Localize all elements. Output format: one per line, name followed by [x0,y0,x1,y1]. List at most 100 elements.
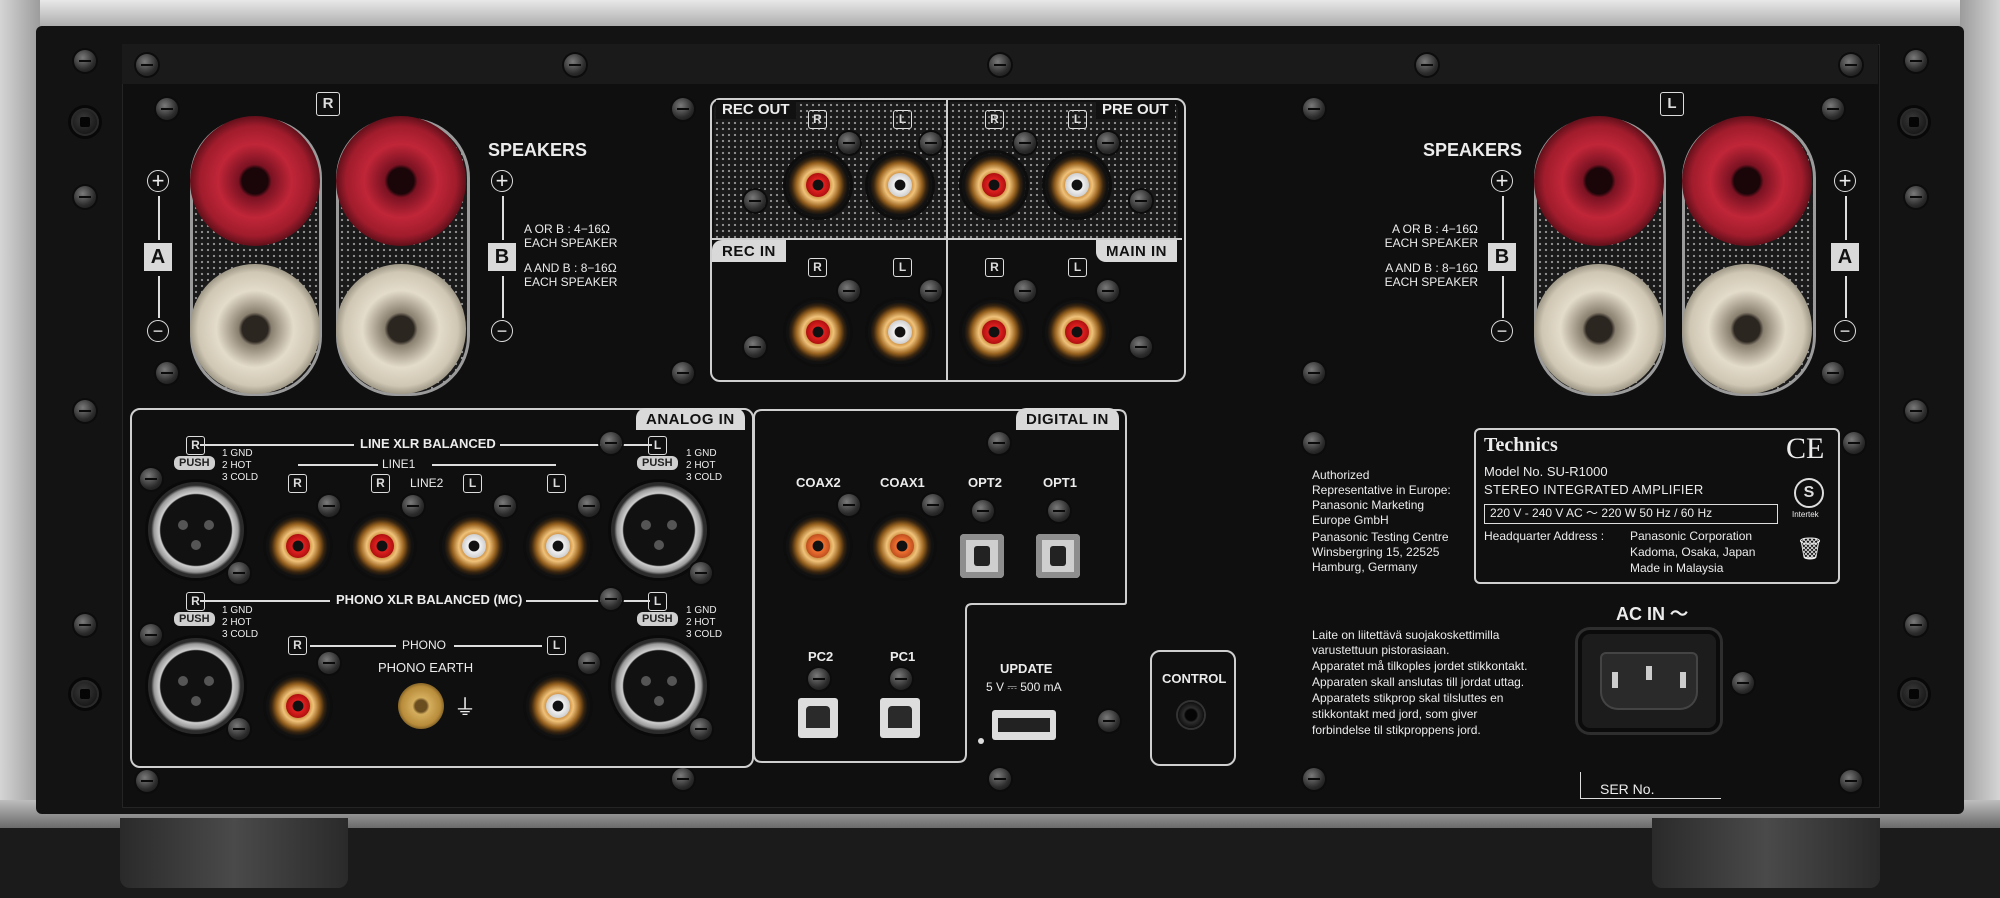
line2-l-jack[interactable] [442,514,506,578]
intertek-mark-icon: S [1794,478,1824,508]
control-label: CONTROL [1162,671,1227,686]
screw-icon [228,718,250,740]
bracket-line [158,196,160,240]
rec-in-r-jack[interactable] [786,300,850,364]
coax2-jack[interactable] [786,514,850,578]
screw-icon [1097,132,1119,154]
phono-l-jack[interactable] [526,674,590,738]
screw-icon [1303,362,1325,384]
bracket-line [502,276,504,318]
screw-icon [1840,770,1862,792]
ac-inlet-socket[interactable] [1578,630,1720,732]
control-jack[interactable] [1178,702,1204,728]
speaker-spec-line: A OR B : 4−16Ω [1391,222,1478,236]
r-channel-icon: R [808,110,827,129]
speaker-b-plus-terminal[interactable] [336,116,466,246]
speaker-a-plus-terminal[interactable] [1682,116,1812,246]
l-channel-icon: L [893,258,912,277]
line2-r-jack[interactable] [350,514,414,578]
authorized-rep-line: Panasonic Testing Centre [1312,530,1449,544]
chassis-right-side [1960,0,2000,825]
speaker-group-b-label: B [488,243,516,271]
safety-notice-line: Apparatets stikprop skal tilsluttes en [1312,691,1504,705]
authorized-rep-line: Europe GmbH [1312,513,1389,527]
screw-icon [1822,98,1844,120]
speaker-a-plus-terminal[interactable] [190,116,320,246]
l-channel-icon: L [547,474,566,493]
screw-icon [989,768,1011,790]
screw-icon [600,432,622,454]
minus-icon: − [491,320,513,342]
speaker-b-minus-terminal[interactable] [1534,264,1664,394]
push-release-button[interactable]: PUSH [174,612,215,626]
phono-earth-terminal[interactable] [398,683,444,729]
ce-mark-icon: CE [1786,432,1825,465]
speaker-b-minus-terminal[interactable] [336,264,466,394]
speaker-a-minus-terminal[interactable] [1682,264,1812,394]
main-in-l-jack[interactable] [1045,300,1109,364]
screw-icon [1732,672,1754,694]
frame-screw-icon [71,680,99,708]
pin-legend: 1 GND [222,448,253,459]
line-xlr-r-jack[interactable] [148,482,244,578]
update-usb-port[interactable] [992,710,1056,740]
ac-in-label: AC IN 〜 [1616,604,1688,624]
r-channel-icon: R [186,592,205,611]
digital-in-tab: DIGITAL IN [1016,408,1119,430]
screw-icon [1905,400,1927,422]
pre-out-label: PRE OUT [1096,100,1175,119]
screw-icon [1303,768,1325,790]
line1-l-jack[interactable] [526,514,590,578]
pc2-usb-port[interactable] [798,698,838,738]
line1-label: LINE1 [382,457,416,471]
rec-out-l-jack[interactable] [868,153,932,217]
minus-icon: − [147,320,169,342]
speaker-b-plus-terminal[interactable] [1534,116,1664,246]
line1-r-jack[interactable] [266,514,330,578]
pre-out-l-jack[interactable] [1045,153,1109,217]
screw-icon [1014,280,1036,302]
rec-out-r-jack[interactable] [786,153,850,217]
push-release-button[interactable]: PUSH [174,456,215,470]
opt1-optical-jack[interactable] [1036,534,1080,578]
line-xlr-l-jack[interactable] [611,482,707,578]
coax1-jack[interactable] [870,514,934,578]
opt2-optical-jack[interactable] [960,534,1004,578]
phono-xlr-r-jack[interactable] [148,638,244,734]
pc1-usb-port[interactable] [880,698,920,738]
bracket-line [158,276,160,318]
phono-r-jack[interactable] [266,674,330,738]
pin-legend: 3 COLD [686,629,723,640]
pin-legend: 1 GND [686,605,717,616]
l-channel-icon: L [1068,110,1087,129]
pin-legend: 3 COLD [222,629,259,640]
l-channel-icon: L [1068,258,1087,277]
phono-rule [310,645,396,647]
rec-in-l-jack[interactable] [868,300,932,364]
l-channel-icon: L [893,110,912,129]
pin-legend: 2 HOT [222,460,252,471]
push-release-button[interactable]: PUSH [637,612,678,626]
speaker-a-minus-terminal[interactable] [190,264,320,394]
chassis-left-side [0,0,40,825]
pin-legend: 2 HOT [686,617,716,628]
line-xlr-rule [500,444,652,446]
main-in-r-jack[interactable] [962,300,1026,364]
r-channel-icon: R [985,258,1004,277]
push-release-button[interactable]: PUSH [637,456,678,470]
screw-icon [1048,500,1070,522]
screw-icon [1130,336,1152,358]
pin-legend: 2 HOT [222,617,252,628]
screw-icon [744,190,766,212]
screw-icon [672,362,694,384]
screw-icon [1905,50,1927,72]
pre-out-r-jack[interactable] [962,153,1026,217]
update-spec: 5 V ⎓ 500 mA [986,680,1062,694]
screw-icon [972,500,994,522]
speaker-channel-r-label: R [316,92,340,116]
phono-xlr-l-jack[interactable] [611,638,707,734]
bracket-line [1845,196,1847,240]
screw-icon [136,54,158,76]
screw-icon [402,495,424,517]
r-channel-icon: R [288,636,307,655]
